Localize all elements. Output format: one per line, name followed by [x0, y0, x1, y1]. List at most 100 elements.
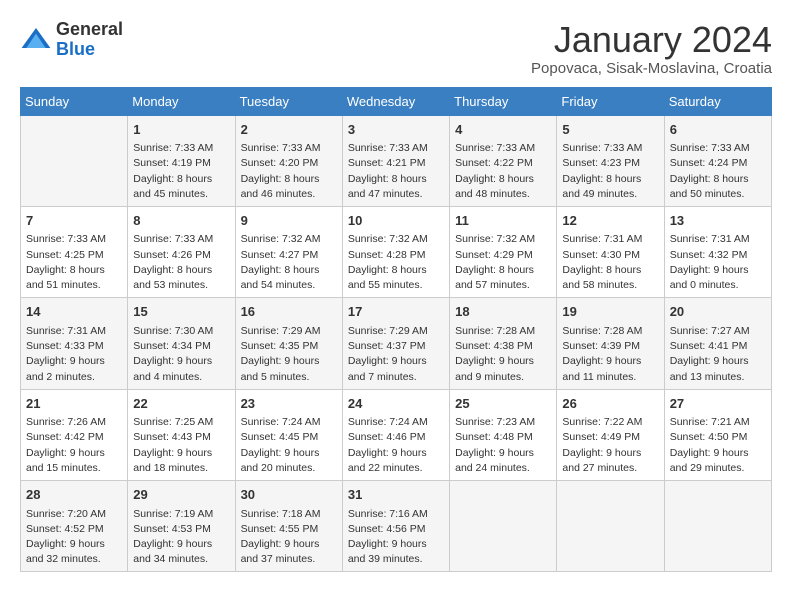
day-info: Sunrise: 7:19 AM Sunset: 4:53 PM Dayligh…: [133, 507, 229, 568]
day-info: Sunrise: 7:33 AM Sunset: 4:25 PM Dayligh…: [26, 232, 122, 293]
day-info: Sunrise: 7:18 AM Sunset: 4:55 PM Dayligh…: [241, 507, 337, 568]
calendar-cell: [664, 481, 771, 572]
calendar-cell: 8Sunrise: 7:33 AM Sunset: 4:26 PM Daylig…: [128, 206, 235, 297]
calendar-cell: 18Sunrise: 7:28 AM Sunset: 4:38 PM Dayli…: [450, 298, 557, 389]
calendar-cell: 7Sunrise: 7:33 AM Sunset: 4:25 PM Daylig…: [21, 206, 128, 297]
day-info: Sunrise: 7:33 AM Sunset: 4:26 PM Dayligh…: [133, 232, 229, 293]
calendar-cell: 25Sunrise: 7:23 AM Sunset: 4:48 PM Dayli…: [450, 389, 557, 480]
calendar-cell: 3Sunrise: 7:33 AM Sunset: 4:21 PM Daylig…: [342, 115, 449, 206]
calendar-cell: 24Sunrise: 7:24 AM Sunset: 4:46 PM Dayli…: [342, 389, 449, 480]
calendar-cell: 11Sunrise: 7:32 AM Sunset: 4:29 PM Dayli…: [450, 206, 557, 297]
calendar-cell: 20Sunrise: 7:27 AM Sunset: 4:41 PM Dayli…: [664, 298, 771, 389]
calendar-week-3: 21Sunrise: 7:26 AM Sunset: 4:42 PM Dayli…: [21, 389, 772, 480]
calendar-week-0: 1Sunrise: 7:33 AM Sunset: 4:19 PM Daylig…: [21, 115, 772, 206]
day-info: Sunrise: 7:31 AM Sunset: 4:33 PM Dayligh…: [26, 324, 122, 385]
calendar-cell: [450, 481, 557, 572]
calendar-header: SundayMondayTuesdayWednesdayThursdayFrid…: [21, 87, 772, 115]
header-day-friday: Friday: [557, 87, 664, 115]
calendar-cell: 13Sunrise: 7:31 AM Sunset: 4:32 PM Dayli…: [664, 206, 771, 297]
day-info: Sunrise: 7:33 AM Sunset: 4:21 PM Dayligh…: [348, 141, 444, 202]
day-info: Sunrise: 7:33 AM Sunset: 4:23 PM Dayligh…: [562, 141, 658, 202]
logo-icon: [20, 24, 52, 56]
day-number: 29: [133, 485, 229, 505]
day-info: Sunrise: 7:16 AM Sunset: 4:56 PM Dayligh…: [348, 507, 444, 568]
calendar-cell: 22Sunrise: 7:25 AM Sunset: 4:43 PM Dayli…: [128, 389, 235, 480]
header-day-wednesday: Wednesday: [342, 87, 449, 115]
calendar-cell: 31Sunrise: 7:16 AM Sunset: 4:56 PM Dayli…: [342, 481, 449, 572]
day-number: 31: [348, 485, 444, 505]
calendar-cell: 17Sunrise: 7:29 AM Sunset: 4:37 PM Dayli…: [342, 298, 449, 389]
header-day-saturday: Saturday: [664, 87, 771, 115]
day-number: 21: [26, 394, 122, 414]
day-number: 20: [670, 302, 766, 322]
calendar-cell: 6Sunrise: 7:33 AM Sunset: 4:24 PM Daylig…: [664, 115, 771, 206]
calendar-week-2: 14Sunrise: 7:31 AM Sunset: 4:33 PM Dayli…: [21, 298, 772, 389]
calendar-cell: 29Sunrise: 7:19 AM Sunset: 4:53 PM Dayli…: [128, 481, 235, 572]
day-number: 30: [241, 485, 337, 505]
day-info: Sunrise: 7:24 AM Sunset: 4:46 PM Dayligh…: [348, 415, 444, 476]
day-number: 19: [562, 302, 658, 322]
day-info: Sunrise: 7:31 AM Sunset: 4:32 PM Dayligh…: [670, 232, 766, 293]
day-number: 12: [562, 211, 658, 231]
header-day-monday: Monday: [128, 87, 235, 115]
day-number: 1: [133, 120, 229, 140]
calendar-cell: 16Sunrise: 7:29 AM Sunset: 4:35 PM Dayli…: [235, 298, 342, 389]
day-info: Sunrise: 7:33 AM Sunset: 4:20 PM Dayligh…: [241, 141, 337, 202]
day-info: Sunrise: 7:23 AM Sunset: 4:48 PM Dayligh…: [455, 415, 551, 476]
calendar-cell: 12Sunrise: 7:31 AM Sunset: 4:30 PM Dayli…: [557, 206, 664, 297]
day-number: 8: [133, 211, 229, 231]
day-number: 13: [670, 211, 766, 231]
day-info: Sunrise: 7:29 AM Sunset: 4:35 PM Dayligh…: [241, 324, 337, 385]
day-number: 18: [455, 302, 551, 322]
day-info: Sunrise: 7:32 AM Sunset: 4:28 PM Dayligh…: [348, 232, 444, 293]
title-block: January 2024 Popovaca, Sisak-Moslavina, …: [531, 20, 772, 77]
day-info: Sunrise: 7:33 AM Sunset: 4:19 PM Dayligh…: [133, 141, 229, 202]
calendar-cell: 1Sunrise: 7:33 AM Sunset: 4:19 PM Daylig…: [128, 115, 235, 206]
calendar-cell: 21Sunrise: 7:26 AM Sunset: 4:42 PM Dayli…: [21, 389, 128, 480]
day-info: Sunrise: 7:33 AM Sunset: 4:24 PM Dayligh…: [670, 141, 766, 202]
calendar-cell: 23Sunrise: 7:24 AM Sunset: 4:45 PM Dayli…: [235, 389, 342, 480]
day-info: Sunrise: 7:32 AM Sunset: 4:29 PM Dayligh…: [455, 232, 551, 293]
day-number: 5: [562, 120, 658, 140]
page-header: General Blue January 2024 Popovaca, Sisa…: [20, 20, 772, 77]
calendar-cell: 10Sunrise: 7:32 AM Sunset: 4:28 PM Dayli…: [342, 206, 449, 297]
calendar-table: SundayMondayTuesdayWednesdayThursdayFrid…: [20, 87, 772, 573]
logo-text: General Blue: [56, 20, 123, 60]
calendar-cell: 4Sunrise: 7:33 AM Sunset: 4:22 PM Daylig…: [450, 115, 557, 206]
day-info: Sunrise: 7:27 AM Sunset: 4:41 PM Dayligh…: [670, 324, 766, 385]
day-number: 27: [670, 394, 766, 414]
calendar-cell: 9Sunrise: 7:32 AM Sunset: 4:27 PM Daylig…: [235, 206, 342, 297]
day-info: Sunrise: 7:20 AM Sunset: 4:52 PM Dayligh…: [26, 507, 122, 568]
day-number: 2: [241, 120, 337, 140]
day-number: 6: [670, 120, 766, 140]
calendar-subtitle: Popovaca, Sisak-Moslavina, Croatia: [531, 60, 772, 77]
calendar-cell: 30Sunrise: 7:18 AM Sunset: 4:55 PM Dayli…: [235, 481, 342, 572]
header-day-thursday: Thursday: [450, 87, 557, 115]
day-info: Sunrise: 7:30 AM Sunset: 4:34 PM Dayligh…: [133, 324, 229, 385]
calendar-cell: 26Sunrise: 7:22 AM Sunset: 4:49 PM Dayli…: [557, 389, 664, 480]
header-day-tuesday: Tuesday: [235, 87, 342, 115]
logo: General Blue: [20, 20, 123, 60]
calendar-cell: 15Sunrise: 7:30 AM Sunset: 4:34 PM Dayli…: [128, 298, 235, 389]
header-row: SundayMondayTuesdayWednesdayThursdayFrid…: [21, 87, 772, 115]
calendar-cell: 2Sunrise: 7:33 AM Sunset: 4:20 PM Daylig…: [235, 115, 342, 206]
calendar-body: 1Sunrise: 7:33 AM Sunset: 4:19 PM Daylig…: [21, 115, 772, 572]
header-day-sunday: Sunday: [21, 87, 128, 115]
day-number: 9: [241, 211, 337, 231]
calendar-cell: 19Sunrise: 7:28 AM Sunset: 4:39 PM Dayli…: [557, 298, 664, 389]
day-number: 24: [348, 394, 444, 414]
day-info: Sunrise: 7:28 AM Sunset: 4:38 PM Dayligh…: [455, 324, 551, 385]
calendar-cell: [557, 481, 664, 572]
calendar-cell: 27Sunrise: 7:21 AM Sunset: 4:50 PM Dayli…: [664, 389, 771, 480]
day-number: 10: [348, 211, 444, 231]
logo-general-text: General: [56, 19, 123, 39]
calendar-cell: 14Sunrise: 7:31 AM Sunset: 4:33 PM Dayli…: [21, 298, 128, 389]
calendar-title: January 2024: [531, 20, 772, 60]
day-number: 14: [26, 302, 122, 322]
day-info: Sunrise: 7:31 AM Sunset: 4:30 PM Dayligh…: [562, 232, 658, 293]
day-number: 28: [26, 485, 122, 505]
day-info: Sunrise: 7:22 AM Sunset: 4:49 PM Dayligh…: [562, 415, 658, 476]
day-number: 17: [348, 302, 444, 322]
day-info: Sunrise: 7:29 AM Sunset: 4:37 PM Dayligh…: [348, 324, 444, 385]
day-number: 4: [455, 120, 551, 140]
